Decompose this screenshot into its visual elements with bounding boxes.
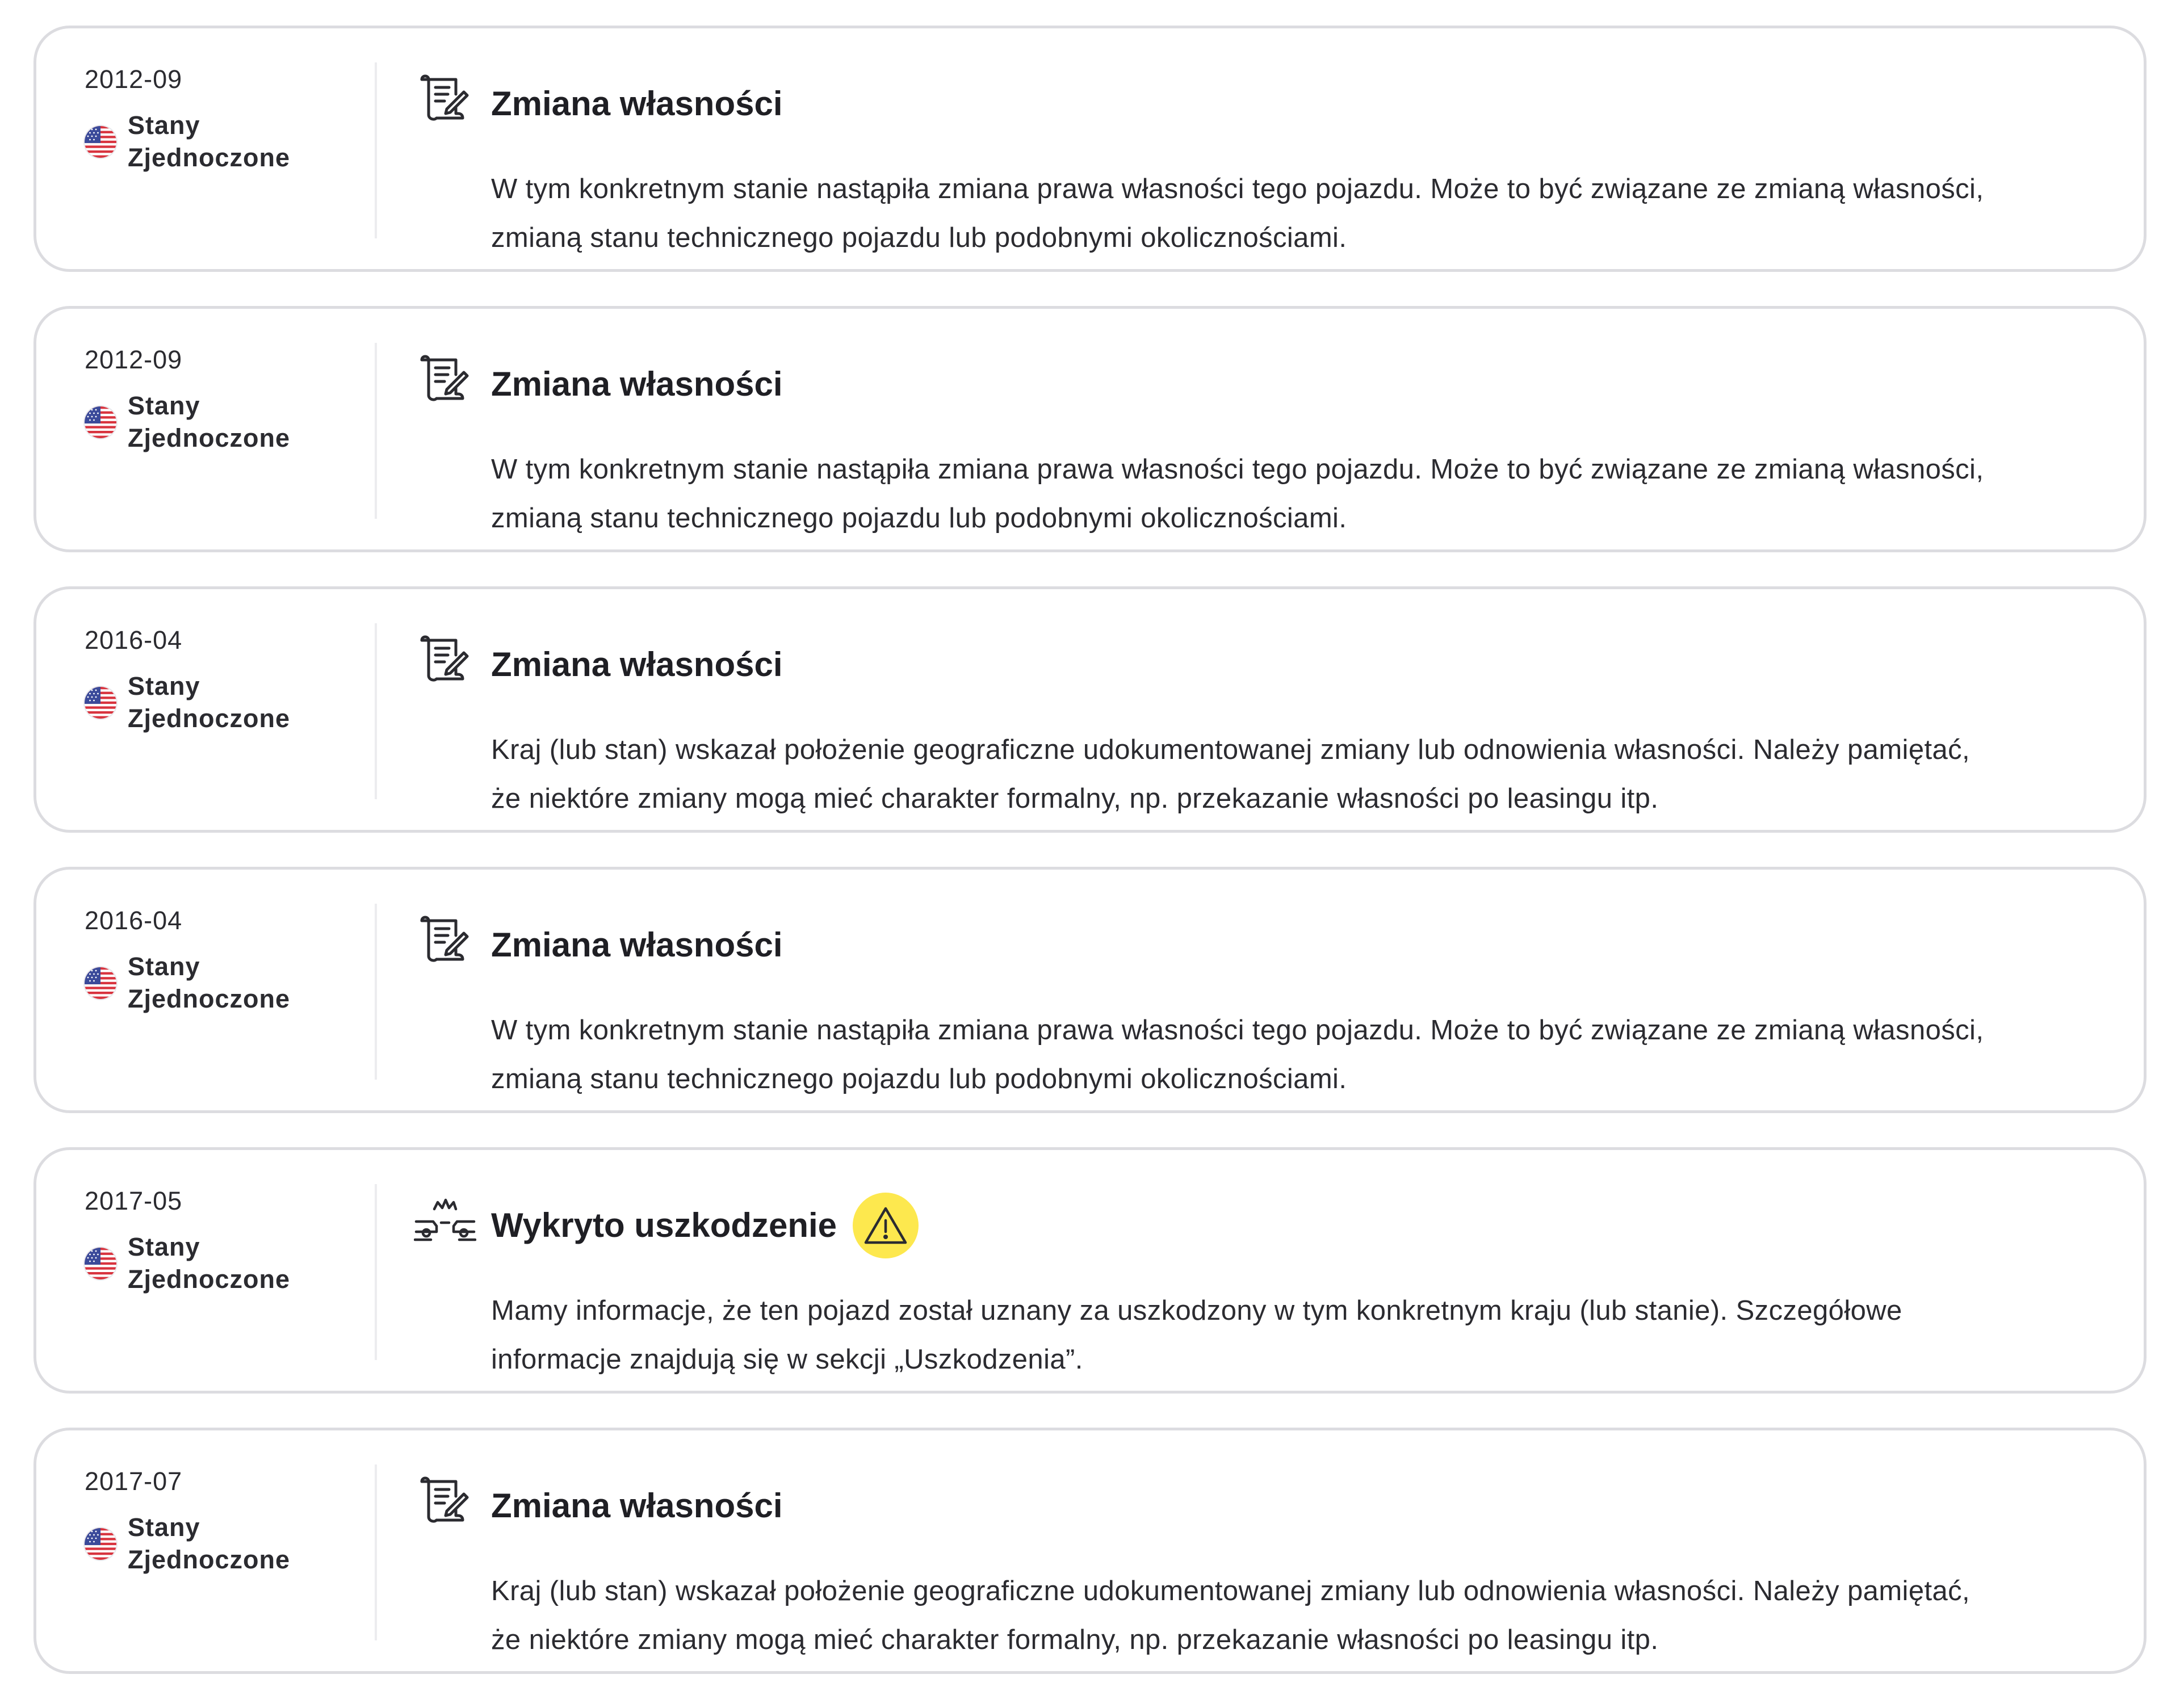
- description-line: W tym konkretnym stanie nastąpiła zmiana…: [491, 454, 1984, 485]
- us-flag-icon: [85, 967, 116, 999]
- description-line: zmianą stanu technicznego pojazdu lub po…: [491, 223, 1347, 253]
- description-line: informacje znajdują się w sekcji „Uszkod…: [491, 1344, 1083, 1375]
- country-name: Stany Zjednoczone: [128, 389, 366, 454]
- country-name-line: Stany: [128, 1513, 200, 1542]
- description-line: W tym konkretnym stanie nastąpiła zmiana…: [491, 1015, 1984, 1046]
- event-country: Stany Zjednoczone: [85, 950, 380, 1018]
- country-name: Stany Zjednoczone: [128, 109, 366, 174]
- event-date: 2012-09: [85, 65, 183, 94]
- card-divider: [375, 1464, 377, 1640]
- country-name-line: Stany: [128, 952, 200, 981]
- event-description: Kraj (lub stan) wskazał położenie geogra…: [491, 725, 2126, 823]
- event-title-row: Zmiana własności: [491, 633, 783, 696]
- country-name-line: Stany: [128, 672, 200, 700]
- ownership-document-icon: [414, 349, 471, 405]
- event-date: 2016-04: [85, 906, 183, 935]
- card-divider: [375, 1184, 377, 1360]
- card-divider: [375, 343, 377, 519]
- event-title: Zmiana własności: [491, 365, 783, 403]
- description-line: że niektóre zmiany mogą mieć charakter f…: [491, 1625, 1659, 1655]
- event-date: 2012-09: [85, 345, 183, 374]
- country-name-line: Zjednoczone: [128, 1545, 291, 1574]
- country-name-line: Stany: [128, 111, 200, 140]
- us-flag-icon: [85, 687, 116, 719]
- event-meta: 2016-04 Stany Zjednoczone: [85, 589, 380, 830]
- event-meta: 2017-07 Stany Zjednoczone: [85, 1430, 380, 1671]
- description-line: że niektóre zmiany mogą mieć charakter f…: [491, 783, 1659, 814]
- history-event-card: 2012-09 Stany Zjednoczone Zmiana własnoś…: [33, 26, 2147, 272]
- country-name: Stany Zjednoczone: [128, 670, 366, 735]
- event-description: Kraj (lub stan) wskazał położenie geogra…: [491, 1567, 2126, 1664]
- us-flag-icon: [85, 1248, 116, 1279]
- country-name-line: Stany: [128, 391, 200, 420]
- country-name: Stany Zjednoczone: [128, 950, 366, 1015]
- ownership-document-icon: [414, 909, 471, 966]
- us-flag-icon: [85, 126, 116, 158]
- event-title: Zmiana własności: [491, 645, 783, 683]
- description-line: W tym konkretnym stanie nastąpiła zmiana…: [491, 174, 1984, 204]
- country-name-line: Zjednoczone: [128, 1265, 291, 1294]
- event-description: Mamy informacje, że ten pojazd został uz…: [491, 1286, 2126, 1384]
- ownership-document-icon: [414, 68, 471, 125]
- history-event-card: 2016-04 Stany Zjednoczone Zmiana własnoś…: [33, 586, 2147, 833]
- event-country: Stany Zjednoczone: [85, 670, 380, 738]
- event-description: W tym konkretnym stanie nastąpiła zmiana…: [491, 165, 2126, 262]
- event-title-row: Wykryto uszkodzenie: [491, 1193, 919, 1258]
- event-title-row: Zmiana własności: [491, 353, 783, 416]
- event-description: W tym konkretnym stanie nastąpiła zmiana…: [491, 1006, 2126, 1103]
- country-name-line: Zjednoczone: [128, 143, 291, 172]
- event-title: Zmiana własności: [491, 85, 783, 123]
- event-title-row: Zmiana własności: [491, 73, 783, 135]
- card-divider: [375, 623, 377, 799]
- event-meta: 2017-05 Stany Zjednoczone: [85, 1150, 380, 1391]
- event-date: 2017-07: [85, 1467, 183, 1496]
- country-name-line: Zjednoczone: [128, 704, 291, 733]
- ownership-document-icon: [414, 629, 471, 686]
- event-country: Stany Zjednoczone: [85, 109, 380, 177]
- event-country: Stany Zjednoczone: [85, 1231, 380, 1299]
- event-description: W tym konkretnym stanie nastąpiła zmiana…: [491, 445, 2126, 543]
- event-country: Stany Zjednoczone: [85, 1511, 380, 1579]
- country-name: Stany Zjednoczone: [128, 1511, 366, 1576]
- card-divider: [375, 904, 377, 1080]
- country-name-line: Stany: [128, 1232, 200, 1261]
- description-line: zmianą stanu technicznego pojazdu lub po…: [491, 503, 1347, 534]
- warning-icon: [864, 1207, 907, 1244]
- event-country: Stany Zjednoczone: [85, 389, 380, 458]
- us-flag-icon: [85, 1528, 116, 1560]
- history-event-card: 2017-07 Stany Zjednoczone Zmiana własnoś…: [33, 1428, 2147, 1674]
- car-crash-icon: [413, 1190, 477, 1247]
- ownership-document-icon: [414, 1470, 471, 1527]
- description-line: Kraj (lub stan) wskazał położenie geogra…: [491, 1576, 1971, 1606]
- description-line: Mamy informacje, że ten pojazd został uz…: [491, 1295, 1902, 1326]
- description-line: zmianą stanu technicznego pojazdu lub po…: [491, 1064, 1347, 1094]
- event-title: Zmiana własności: [491, 1487, 783, 1525]
- event-title: Wykryto uszkodzenie: [491, 1206, 837, 1244]
- event-date: 2017-05: [85, 1186, 183, 1215]
- event-meta: 2012-09 Stany Zjednoczone: [85, 28, 380, 269]
- history-event-card: 2012-09 Stany Zjednoczone Zmiana własnoś…: [33, 306, 2147, 552]
- history-event-card: 2016-04 Stany Zjednoczone Zmiana własnoś…: [33, 867, 2147, 1113]
- event-date: 2016-04: [85, 626, 183, 654]
- event-history-list: 2012-09 Stany Zjednoczone Zmiana własnoś…: [33, 26, 2147, 1708]
- country-name-line: Zjednoczone: [128, 984, 291, 1013]
- event-meta: 2012-09 Stany Zjednoczone: [85, 309, 380, 549]
- country-name-line: Zjednoczone: [128, 423, 291, 452]
- history-event-card: 2017-05 Stany Zjednoczone Wykryto uszkod…: [33, 1147, 2147, 1394]
- warning-badge: [853, 1193, 919, 1258]
- description-line: Kraj (lub stan) wskazał położenie geogra…: [491, 735, 1971, 765]
- country-name: Stany Zjednoczone: [128, 1231, 366, 1295]
- card-divider: [375, 62, 377, 238]
- event-title-row: Zmiana własności: [491, 1475, 783, 1537]
- event-title: Zmiana własności: [491, 926, 783, 964]
- event-title-row: Zmiana własności: [491, 914, 783, 976]
- event-meta: 2016-04 Stany Zjednoczone: [85, 870, 380, 1110]
- us-flag-icon: [85, 406, 116, 438]
